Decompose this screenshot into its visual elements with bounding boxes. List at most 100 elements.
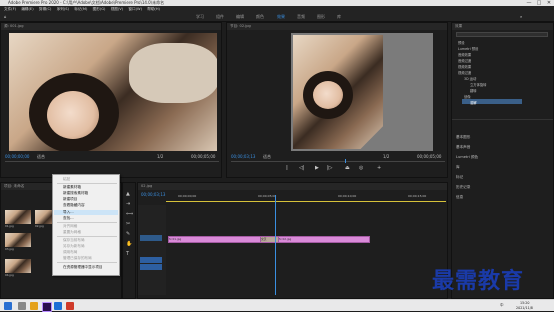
tree-item[interactable]: 音频过渡 (458, 58, 471, 63)
workspace-learn[interactable]: 学习 (196, 14, 204, 20)
timeline-playhead[interactable] (275, 195, 276, 295)
panel-info[interactable]: 信息 (456, 195, 463, 200)
ruler-label: 00;00;05;00 (258, 194, 277, 198)
tree-item[interactable]: 视频效果 (458, 64, 471, 69)
source-image (9, 33, 217, 151)
selection-tool-icon[interactable]: ▲ (126, 191, 130, 197)
search-taskbar-icon[interactable] (18, 302, 26, 310)
source-monitor: 源: 001.jpg 00;00;00;00 适合 1/2 00;00;05;0… (0, 22, 222, 178)
razor-tool-icon[interactable]: ✂ (126, 221, 130, 227)
clock-time[interactable]: 15:20 (520, 301, 530, 305)
settings-icon[interactable]: + (377, 165, 381, 171)
tree-item[interactable]: 预设 (458, 40, 465, 45)
project-item[interactable]: 01.jpg (5, 210, 31, 228)
menu-item-align-grid: 对齐网格 (63, 224, 78, 228)
program-tab[interactable]: 节目: 02.jpg (227, 23, 447, 30)
tree-item[interactable]: 音频效果 (458, 52, 471, 57)
program-image (293, 35, 383, 149)
workspace-edit[interactable]: 编辑 (236, 14, 244, 20)
menu-item-find[interactable]: 查找... (63, 216, 74, 221)
track-v1-header[interactable] (140, 235, 162, 241)
workspace-audio[interactable]: 音频 (297, 14, 305, 20)
panel-markers[interactable]: 标记 (456, 175, 463, 180)
track-a2-header[interactable] (140, 264, 162, 270)
timeline-timecode[interactable]: 00;00;03;13 (141, 192, 165, 197)
ruler-label: 00;00;00;00 (178, 194, 197, 198)
mark-in-icon[interactable]: ⎸ (287, 165, 292, 171)
workspace-libraries[interactable]: 库 (337, 14, 341, 20)
play-icon[interactable]: ▶ (315, 165, 319, 171)
step-back-icon[interactable]: ◁| (299, 165, 305, 171)
source-timecode[interactable]: 00;00;00;00 (5, 154, 29, 159)
menu-item-manage-layouts: 管理已保存的布局 (63, 256, 92, 260)
source-tab[interactable]: 源: 001.jpg (1, 23, 221, 30)
tree-item[interactable]: 立方体旋转 (470, 82, 486, 87)
workspace-effects[interactable]: 效果 (277, 14, 285, 20)
menu-item-new-item[interactable]: 新建项目 (63, 197, 77, 202)
panel-history[interactable]: 历史记录 (456, 185, 470, 190)
lift-icon[interactable]: ⏏ (345, 165, 350, 171)
watermark-text: 最需教育 (432, 268, 525, 294)
track-select-icon[interactable]: ⇥ (126, 201, 130, 207)
workspace-bar: ⌂ 学习 组件 编辑 颜色 效果 音频 图形 库 ⌕ (0, 12, 554, 22)
effects-tab[interactable]: 效果 (452, 23, 553, 30)
program-timecode[interactable]: 00;00;03;13 (231, 154, 255, 159)
menu-item-new-search-bin[interactable]: 新建搜索素材箱 (63, 191, 88, 196)
track-headers (138, 205, 166, 295)
menu-item-import[interactable]: 导入... (63, 210, 74, 215)
program-ratio-select[interactable]: 1/2 (383, 154, 389, 159)
hand-tool-icon[interactable]: ✋ (126, 241, 132, 247)
workspace-color[interactable]: 颜色 (256, 14, 264, 20)
pen-tool-icon[interactable]: ✎ (126, 231, 130, 237)
track-a1-header[interactable] (140, 257, 162, 263)
search-icon[interactable]: ⌕ (520, 14, 522, 19)
panel-lumetri-color[interactable]: Lumetri 颜色 (456, 155, 478, 160)
source-fit-select[interactable]: 适合 (37, 154, 45, 160)
source-scrubber[interactable] (5, 161, 219, 162)
menu-item-save-new-layout: 另存为新布局 (63, 244, 85, 248)
workspace-graphics[interactable]: 图形 (317, 14, 325, 20)
start-icon[interactable] (4, 302, 12, 310)
panel-essential-graphics[interactable]: 基本图形 (456, 135, 470, 140)
panel-libraries[interactable]: 库 (456, 165, 460, 170)
app-icon[interactable] (66, 302, 74, 310)
browser-icon[interactable] (54, 302, 62, 310)
program-playhead[interactable] (345, 159, 346, 163)
tree-item[interactable]: 翻转 (470, 88, 477, 93)
program-duration: 00;00;05;00 (417, 154, 442, 159)
tree-item[interactable]: 溶解 (470, 100, 477, 105)
menu-item-new-bin[interactable]: 新建素材箱 (63, 185, 81, 190)
menu-item-save-layout: 保存当前布局 (63, 238, 85, 242)
source-ratio-select[interactable]: 1/2 (157, 154, 163, 159)
program-monitor: 节目: 02.jpg 00;00;03;13 适合 1/2 00;00;05;0… (226, 22, 448, 178)
panel-essential-sound[interactable]: 基本声音 (456, 145, 470, 150)
windows-taskbar: 中 15:20 2021/11/8 (0, 299, 554, 312)
program-transport: ⎸ ◁| ▶ |▷ ⏏ ◎ + (287, 165, 407, 173)
work-area-bar[interactable] (166, 201, 446, 202)
tree-item[interactable]: 视频过渡 (458, 70, 471, 75)
export-frame-icon[interactable]: ◎ (359, 165, 363, 171)
file-explorer-icon[interactable] (30, 302, 38, 310)
home-icon[interactable]: ⌂ (4, 14, 7, 19)
timeline-tab[interactable]: 02.jpg (138, 183, 447, 190)
ruler-label: 00;00;15;00 (408, 194, 427, 198)
tools-panel: ▲ ⇥ ⟺ ✂ ✎ ✋ T (122, 182, 136, 299)
timeline-clip[interactable]: fx 02.jpg (278, 236, 370, 243)
tree-item[interactable]: Lumetri 预设 (458, 46, 478, 51)
effects-panel: 效果 预设 Lumetri 预设 音频效果 音频过渡 视频效果 视频过渡 3D … (451, 22, 554, 299)
workspace-assembly[interactable]: 组件 (216, 14, 224, 20)
program-fit-select[interactable]: 适合 (263, 154, 271, 160)
menu-item-reveal-explorer[interactable]: 在资源管理器中显示项目 (63, 265, 103, 270)
menu-item-view-hidden[interactable]: 查看隐藏内容 (63, 203, 85, 208)
timeline-clip[interactable]: fx 01.jpg (168, 236, 266, 243)
project-item[interactable]: 03.jpg (5, 233, 31, 251)
clock-date[interactable]: 2021/11/8 (516, 306, 533, 310)
ime-indicator[interactable]: 中 (500, 303, 504, 308)
ripple-edit-icon[interactable]: ⟺ (126, 211, 133, 217)
effects-search-input[interactable] (456, 32, 548, 37)
tree-item[interactable]: 3D 运动 (464, 76, 476, 81)
project-item[interactable]: 04.jpg (5, 259, 31, 277)
program-scrubber[interactable] (231, 161, 445, 162)
text-tool-icon[interactable]: T (126, 251, 129, 257)
step-forward-icon[interactable]: |▷ (327, 165, 333, 171)
